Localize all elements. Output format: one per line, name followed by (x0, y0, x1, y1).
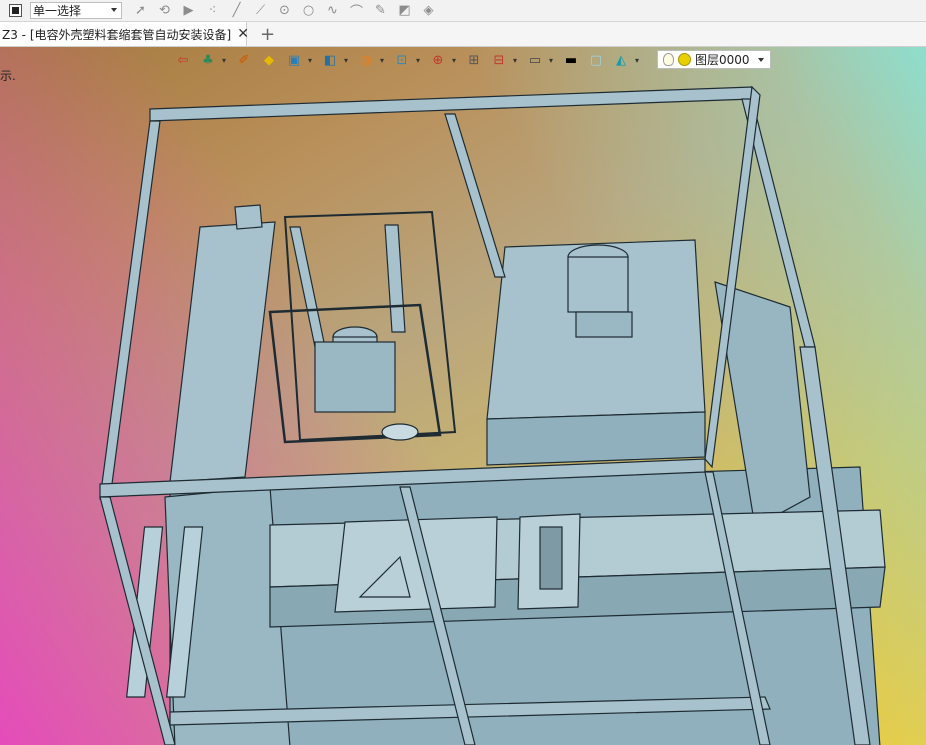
tab-document[interactable]: Z3 - [电容外壳塑料套缩套管自动安装设备] ✕ (0, 22, 249, 46)
line-icon[interactable]: ╱ (226, 2, 247, 20)
frame-back-middle-post (444, 113, 506, 278)
stop-icon[interactable] (9, 4, 22, 17)
close-icon[interactable]: ✕ (237, 26, 249, 42)
column-cap (234, 204, 263, 230)
machine-model[interactable] (0, 47, 926, 745)
guide-rod-2 (384, 224, 406, 333)
big-motor-base (575, 311, 633, 338)
selection-mode-value: 单一选择 (33, 4, 82, 18)
play-icon[interactable]: ▶ (178, 2, 199, 20)
frame-left-front-post (99, 496, 176, 745)
pen-icon[interactable]: ✎ (370, 2, 391, 20)
frame-left-back-post (99, 120, 161, 500)
circle-icon[interactable]: ○ (298, 2, 319, 20)
surface-icon[interactable]: ◈ (418, 2, 439, 20)
cursor-icon[interactable]: ➚ (130, 2, 151, 20)
selection-mode-select[interactable]: 单一选择 (30, 2, 122, 19)
circle-center-icon[interactable]: ⊙ (274, 2, 295, 20)
new-tab-button[interactable]: + (260, 24, 275, 45)
slider-slot (539, 526, 563, 590)
curve-icon[interactable]: ∿ (322, 2, 343, 20)
fill-icon[interactable]: ◩ (394, 2, 415, 20)
rotate-select-icon[interactable]: ⟲ (154, 2, 175, 20)
line-segment-icon[interactable]: ⟋ (250, 2, 271, 20)
point-cloud-icon[interactable]: ⁖ (202, 2, 223, 20)
left-column (169, 221, 276, 483)
big-motor-body (567, 256, 629, 313)
chevron-down-icon (111, 8, 117, 12)
top-toolbar: 单一选择 ➚ ⟲ ▶ ⁖ ╱ ⟋ ⊙ ○ ∿ ⌒ ✎ ◩ ◈ (0, 0, 926, 22)
rotary-disc (381, 423, 419, 441)
motor-plate (314, 341, 396, 413)
arc-icon[interactable]: ⌒ (346, 2, 367, 20)
big-box-front (486, 411, 706, 466)
tab-title: Z3 - [电容外壳塑料套缩套管自动安装设备] (2, 27, 232, 42)
guide-rod-1 (289, 226, 326, 348)
3d-viewport[interactable]: 示. ⇦ ♣ ▾ ✐ ◆ ▣ ▾ ◧ ▾ ◍ ▾ ⊡ ▾ ⊕ ▾ ⊞ ⊟ ▾ ▭ ▾ ▬ ▢ ◭… (0, 47, 926, 745)
document-tabbar: Z3 - [电容外壳塑料套缩套管自动安装设备] ✕ + (0, 22, 926, 47)
